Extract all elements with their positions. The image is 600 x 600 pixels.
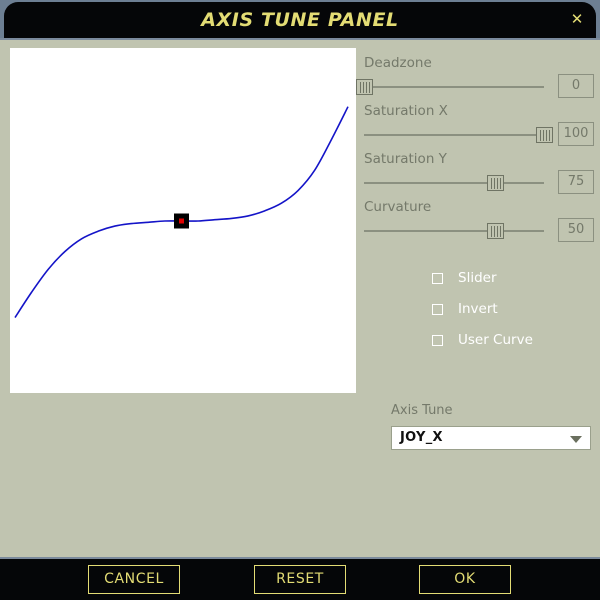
checkbox-row-slider[interactable]: Slider bbox=[432, 268, 592, 299]
checkbox-row-user-curve[interactable]: User Curve bbox=[432, 330, 592, 361]
titlebar-inner: AXIS TUNE PANEL ✕ bbox=[4, 2, 596, 38]
slider-track-saturation-y[interactable] bbox=[364, 173, 544, 193]
slider-value-deadzone[interactable]: 0 bbox=[558, 74, 594, 98]
checkbox-label-user-curve: User Curve bbox=[458, 332, 533, 348]
checkbox-invert[interactable] bbox=[432, 304, 443, 315]
slider-group: Deadzone 0 Saturation X 100 Saturation Y… bbox=[356, 55, 594, 247]
curve-handle-inner bbox=[179, 218, 184, 224]
slider-label-saturation-y: Saturation Y bbox=[364, 151, 447, 167]
slider-row-curvature: Curvature 50 bbox=[362, 199, 594, 247]
checkbox-user-curve[interactable] bbox=[432, 335, 443, 346]
page-title: AXIS TUNE PANEL bbox=[201, 9, 399, 31]
slider-value-saturation-x[interactable]: 100 bbox=[558, 122, 594, 146]
slider-label-saturation-x: Saturation X bbox=[364, 103, 448, 119]
slider-track-line-curvature bbox=[364, 230, 544, 232]
curve-canvas[interactable] bbox=[10, 48, 356, 393]
slider-value-saturation-y[interactable]: 75 bbox=[558, 170, 594, 194]
slider-row-saturation-y: Saturation Y 75 bbox=[362, 151, 594, 199]
reset-button[interactable]: RESET bbox=[254, 565, 346, 594]
slider-track-curvature[interactable] bbox=[364, 221, 544, 241]
slider-knob-saturation-x[interactable] bbox=[536, 127, 553, 143]
slider-row-deadzone: Deadzone 0 bbox=[356, 55, 594, 103]
checkbox-label-slider: Slider bbox=[458, 270, 497, 286]
checkbox-row-invert[interactable]: Invert bbox=[432, 299, 592, 330]
titlebar: AXIS TUNE PANEL ✕ bbox=[0, 0, 600, 38]
slider-knob-curvature[interactable] bbox=[487, 223, 505, 239]
chevron-down-icon bbox=[570, 436, 582, 443]
slider-track-line-deadzone bbox=[364, 86, 544, 88]
slider-knob-deadzone[interactable] bbox=[356, 79, 373, 95]
response-curve-plot[interactable] bbox=[10, 48, 356, 393]
slider-track-deadzone[interactable] bbox=[356, 77, 544, 97]
axis-tune-select[interactable]: JOY_X bbox=[391, 426, 591, 450]
close-icon[interactable]: ✕ bbox=[566, 6, 588, 32]
slider-label-deadzone: Deadzone bbox=[364, 55, 432, 71]
checkbox-group: Slider Invert User Curve bbox=[432, 268, 592, 361]
axis-tune-selected-value: JOY_X bbox=[400, 430, 443, 445]
bottombar: CANCEL RESET OK bbox=[0, 559, 600, 600]
slider-track-line-saturation-y bbox=[364, 182, 544, 184]
titlebar-divider bbox=[0, 38, 600, 40]
slider-track-line-saturation-x bbox=[364, 134, 544, 136]
axis-tune-label: Axis Tune bbox=[391, 403, 453, 418]
slider-knob-saturation-y[interactable] bbox=[487, 175, 505, 191]
curve-line bbox=[14, 106, 349, 318]
slider-track-saturation-x[interactable] bbox=[364, 125, 553, 145]
axis-tune-group: Axis Tune JOY_X bbox=[391, 403, 591, 450]
slider-row-saturation-x: Saturation X 100 bbox=[362, 103, 594, 151]
checkbox-slider[interactable] bbox=[432, 273, 443, 284]
checkbox-label-invert: Invert bbox=[458, 301, 498, 317]
ok-button[interactable]: OK bbox=[419, 565, 511, 594]
axis-tune-panel: AXIS TUNE PANEL ✕ Deadzone 0 Saturation … bbox=[0, 0, 600, 600]
slider-value-curvature[interactable]: 50 bbox=[558, 218, 594, 242]
cancel-button[interactable]: CANCEL bbox=[88, 565, 180, 594]
slider-label-curvature: Curvature bbox=[364, 199, 432, 215]
